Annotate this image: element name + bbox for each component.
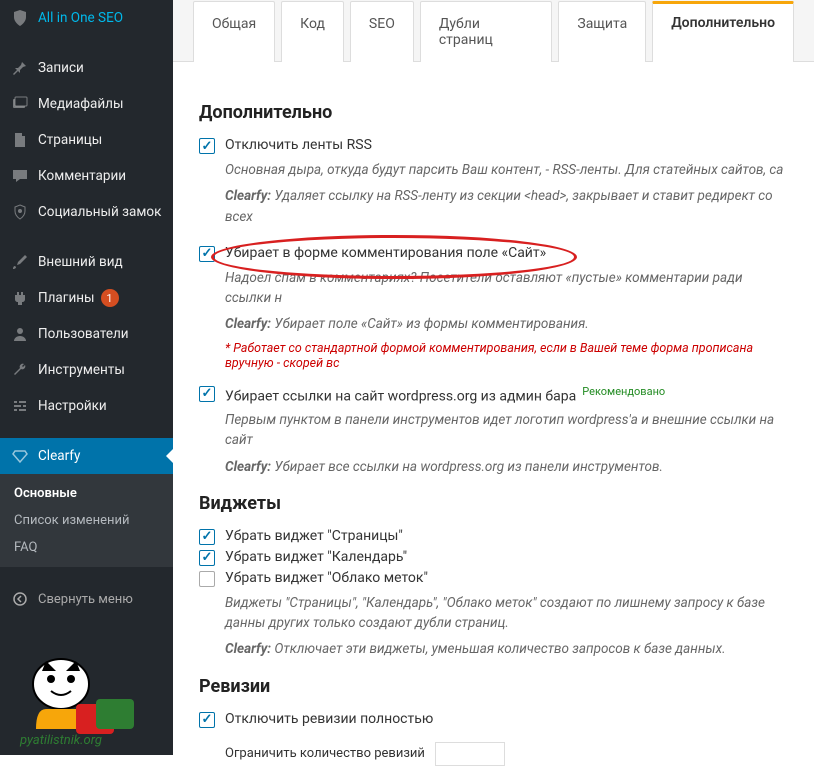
tab-seo[interactable]: SEO — [350, 1, 414, 62]
widgets-desc: Виджеты "Страницы", "Календарь", "Облако… — [225, 593, 788, 634]
sidebar-item-appearance[interactable]: Внешний вид — [0, 244, 173, 280]
pin-icon — [10, 58, 30, 78]
option-remove-website-field: Убирает в форме комментирования поле «Са… — [199, 245, 788, 371]
option-clearfy: Clearfy: Удаляет ссылку на RSS-ленту из … — [225, 186, 788, 227]
collapse-icon — [10, 589, 30, 609]
checkbox-widget-pages[interactable] — [199, 529, 215, 545]
content-area: Общая Код SEO Дубли страниц Защита Допол… — [173, 0, 814, 755]
sidebar-item-clearfy[interactable]: Clearfy — [0, 438, 173, 474]
widgets-clearfy: Clearfy: Отключает эти виджеты, уменьшая… — [225, 639, 788, 659]
option-widget-calendar: Убрать виджет "Календарь" — [199, 549, 788, 566]
sidebar-item-pages[interactable]: Страницы — [0, 122, 173, 158]
checkbox-widget-calendar[interactable] — [199, 550, 215, 566]
checkbox-website-field[interactable] — [199, 246, 215, 262]
option-widget-pages: Убрать виджет "Страницы" — [199, 528, 788, 545]
sidebar-item-posts[interactable]: Записи — [0, 50, 173, 86]
option-label: Отключить ленты RSS — [225, 137, 372, 153]
tab-security[interactable]: Защита — [558, 1, 646, 62]
sidebar-item-sociallock[interactable]: Социальный замок — [0, 194, 173, 230]
collapse-menu[interactable]: Свернуть меню — [0, 581, 173, 617]
sidebar-label: Плагины — [38, 290, 95, 306]
sidebar-item-comments[interactable]: Комментарии — [0, 158, 173, 194]
brush-icon — [10, 252, 30, 272]
sidebar-item-tools[interactable]: Инструменты — [0, 352, 173, 388]
sidebar-item-plugins[interactable]: Плагины 1 — [0, 280, 173, 316]
option-disable-rss: Отключить ленты RSS Основная дыра, откуд… — [199, 137, 788, 227]
update-badge: 1 — [101, 289, 119, 307]
sidebar-item-aioseo[interactable]: All in One SEO — [0, 0, 173, 36]
option-widget-tagcloud: Убрать виджет "Облако меток" — [199, 570, 788, 587]
sidebar-label: Социальный замок — [38, 204, 161, 220]
user-icon — [10, 324, 30, 344]
option-disable-revisions: Отключить ревизии полностью — [199, 711, 788, 728]
option-desc: Надоел спам в комментариях? Посетители о… — [225, 268, 788, 309]
tabs-nav: Общая Код SEO Дубли страниц Защита Допол… — [173, 0, 814, 62]
settings-panel: Дополнительно Отключить ленты RSS Основн… — [173, 62, 814, 767]
page-icon — [10, 130, 30, 150]
checkbox-wplinks[interactable] — [199, 386, 215, 402]
submenu-main[interactable]: Основные — [0, 480, 173, 507]
sidebar-item-users[interactable]: Пользователи — [0, 316, 173, 352]
option-warning: * Работает со стандартной формой коммент… — [225, 341, 788, 371]
option-label: Убрать виджет "Страницы" — [225, 528, 403, 544]
option-desc: Основная дыра, откуда будут парсить Ваш … — [225, 160, 788, 180]
section-title-revisions: Ревизии — [199, 676, 788, 697]
option-label: Убирает в форме комментирования поле «Са… — [225, 245, 546, 261]
revisions-limit-input[interactable] — [435, 742, 505, 766]
sidebar-item-media[interactable]: Медиафайлы — [0, 86, 173, 122]
sidebar-label: Clearfy — [38, 448, 80, 464]
tab-code[interactable]: Код — [281, 1, 344, 62]
section-title-additional: Дополнительно — [199, 102, 788, 123]
sidebar-label: All in One SEO — [38, 10, 123, 26]
option-label: Ограничить количество ревизий — [225, 746, 425, 761]
wrench-icon — [10, 360, 30, 380]
sidebar-label: Внешний вид — [38, 254, 123, 270]
plug-icon — [10, 288, 30, 308]
media-icon — [10, 94, 30, 114]
sidebar-item-settings[interactable]: Настройки — [0, 388, 173, 424]
submenu-faq[interactable]: FAQ — [0, 534, 173, 561]
svg-text:pyatilistnik.org: pyatilistnik.org — [19, 733, 102, 748]
collapse-label: Свернуть меню — [38, 592, 133, 607]
watermark-logo: pyatilistnik.org — [6, 649, 156, 749]
sidebar-label: Настройки — [38, 398, 107, 414]
option-remove-wplinks: Убирает ссылки на сайт wordpress.org из … — [199, 385, 788, 477]
tab-general[interactable]: Общая — [193, 1, 275, 62]
checkbox-disable-revisions[interactable] — [199, 712, 215, 728]
submenu-changelog[interactable]: Список изменений — [0, 507, 173, 534]
sidebar-label: Пользователи — [38, 326, 129, 342]
sidebar-label: Страницы — [38, 132, 102, 148]
option-label: Убирает ссылки на сайт wordpress.org из … — [225, 385, 665, 405]
lock-shield-icon — [10, 202, 30, 222]
sidebar-label: Комментарии — [38, 168, 126, 184]
option-limit-revisions: Ограничить количество ревизий — [225, 742, 788, 766]
sidebar-label: Записи — [38, 60, 84, 76]
option-label: Отключить ревизии полностью — [225, 711, 433, 727]
checkbox-rss[interactable] — [199, 138, 215, 154]
diamond-icon — [10, 446, 30, 466]
section-title-widgets: Виджеты — [199, 493, 788, 514]
option-desc: Первым пунктом в панели инструментов иде… — [225, 410, 788, 451]
recommended-badge: Рекомендовано — [582, 385, 665, 398]
sliders-icon — [10, 396, 30, 416]
option-label: Убрать виджет "Календарь" — [225, 549, 407, 565]
tab-duplicates[interactable]: Дубли страниц — [420, 1, 553, 62]
admin-sidebar: All in One SEO Записи Медиафайлы Страниц… — [0, 0, 173, 755]
option-clearfy: Clearfy: Убирает все ссылки на wordpress… — [225, 457, 788, 477]
checkbox-widget-tagcloud[interactable] — [199, 571, 215, 587]
option-label: Убрать виджет "Облако меток" — [225, 570, 428, 586]
sidebar-label: Медиафайлы — [38, 96, 123, 112]
comment-icon — [10, 166, 30, 186]
shield-icon — [10, 8, 30, 28]
sidebar-label: Инструменты — [38, 362, 125, 378]
sidebar-submenu: Основные Список изменений FAQ — [0, 474, 173, 567]
tab-additional[interactable]: Дополнительно — [652, 1, 794, 62]
option-clearfy: Clearfy: Убирает поле «Сайт» из формы ко… — [225, 314, 788, 334]
